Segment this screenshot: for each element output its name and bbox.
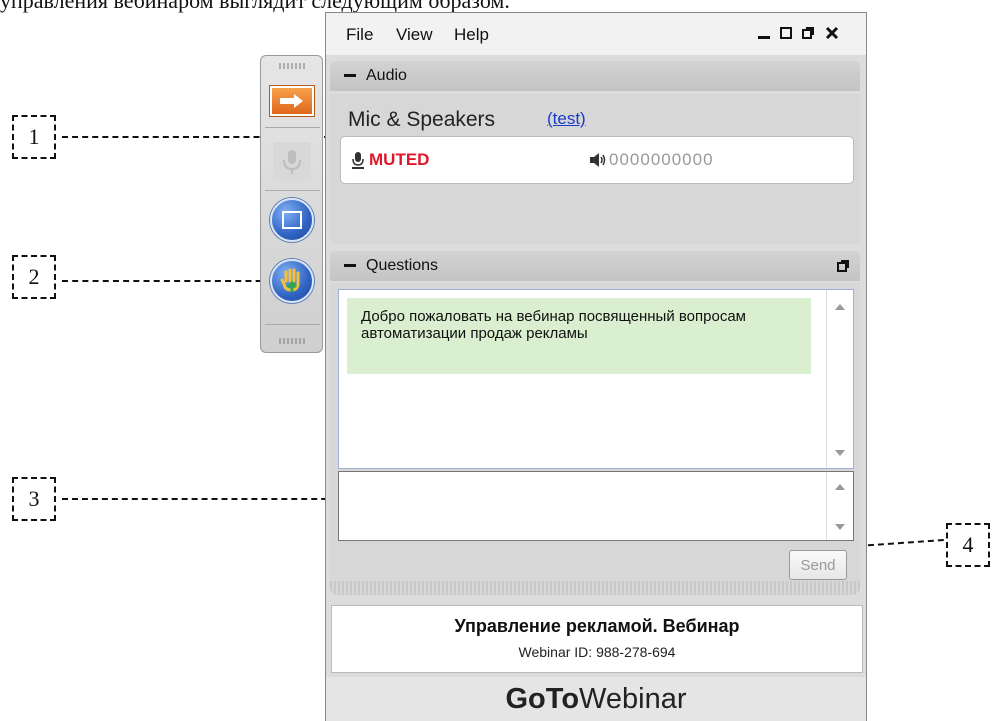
questions-panel-header[interactable]: Questions — [330, 251, 860, 281]
menu-bar: File View Help — [326, 13, 866, 55]
questions-panel-footer — [330, 581, 860, 595]
menu-file[interactable]: File — [346, 25, 373, 45]
screen-share-button[interactable] — [269, 197, 315, 243]
scroll-up-icon[interactable] — [835, 484, 845, 490]
webinar-title: Управление рекламой. Вебинар — [454, 616, 740, 636]
webinar-id: Webinar ID: 988-278-694 — [518, 644, 676, 660]
speaker-icon — [590, 153, 606, 167]
restore-icon[interactable] — [800, 25, 816, 41]
expand-button[interactable] — [269, 78, 315, 124]
raise-hand-icon — [270, 259, 314, 303]
popout-icon[interactable] — [836, 259, 850, 273]
audio-status-box: MUTED 0000000000 — [340, 136, 854, 184]
microphone-icon — [273, 142, 311, 180]
callout-4: 4 — [946, 523, 990, 567]
minimize-icon[interactable] — [756, 25, 772, 41]
audio-mode-label: Mic & Speakers — [348, 108, 496, 131]
gotowebinar-window: File View Help Audio Mic & Speakers (tes… — [325, 12, 867, 721]
question-input[interactable] — [338, 471, 854, 541]
callout-2-line — [62, 280, 282, 282]
toolbar-grip-bottom[interactable] — [279, 338, 305, 344]
scroll-down-icon[interactable] — [835, 450, 845, 456]
screen-icon — [270, 198, 314, 242]
microphone-icon — [352, 152, 364, 169]
audio-panel-title: Audio — [366, 67, 407, 84]
audio-panel: Mic & Speakers (test) MUTED 0000000000 — [330, 94, 860, 244]
speaker-level-meter: 0000000000 — [609, 150, 714, 169]
callout-4-line — [857, 539, 944, 547]
toolbar-grip-top[interactable] — [279, 63, 305, 69]
questions-log[interactable]: Добро пожаловать на вебинар посвященный … — [338, 289, 854, 469]
control-toolbar — [260, 55, 323, 353]
maximize-icon[interactable] — [778, 25, 794, 41]
microphone-button[interactable] — [269, 138, 315, 184]
raise-hand-button[interactable] — [269, 258, 315, 304]
question-input-scrollbar[interactable] — [826, 472, 853, 540]
questions-panel: Добро пожаловать на вебинар посвященный … — [330, 283, 860, 595]
questions-panel-title: Questions — [366, 257, 439, 274]
scroll-up-icon[interactable] — [835, 304, 845, 310]
question-message-text: Добро пожаловать на вебинар посвященный … — [361, 308, 746, 342]
scroll-down-icon[interactable] — [835, 524, 845, 530]
webinar-info: Управление рекламой. Вебинар Webinar ID:… — [331, 605, 863, 673]
arrow-icon — [270, 86, 314, 116]
menu-help[interactable]: Help — [454, 25, 489, 45]
callout-2: 2 — [12, 255, 56, 299]
audio-test-link[interactable]: (test) — [547, 109, 586, 129]
send-button[interactable]: Send — [789, 550, 847, 580]
mute-status[interactable]: MUTED — [369, 150, 429, 170]
audio-panel-header[interactable]: Audio — [330, 61, 860, 91]
menu-view[interactable]: View — [396, 25, 433, 45]
questions-log-scrollbar[interactable] — [826, 290, 853, 468]
collapse-icon[interactable] — [344, 74, 356, 77]
collapse-icon[interactable] — [344, 264, 356, 267]
close-icon[interactable] — [824, 25, 840, 41]
callout-3: 3 — [12, 477, 56, 521]
question-message: Добро пожаловать на вебинар посвященный … — [347, 298, 811, 374]
callout-1: 1 — [12, 115, 56, 159]
gotowebinar-logo: GoToWebinar — [326, 677, 866, 721]
